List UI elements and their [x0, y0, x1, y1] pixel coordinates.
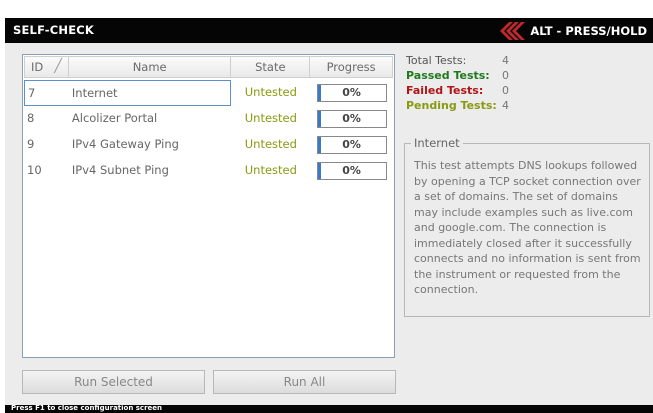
- total-tests-row: Total Tests: 4: [406, 53, 646, 68]
- progress-bar: 0%: [316, 84, 387, 102]
- row-state: Untested: [244, 85, 297, 99]
- column-header-state[interactable]: State: [231, 56, 311, 78]
- progress-bar: 0%: [316, 136, 387, 154]
- pending-tests-label: Pending Tests:: [406, 99, 497, 112]
- row-progress-cell: 0%: [310, 132, 393, 158]
- progress-label: 0%: [342, 112, 361, 125]
- progress-label: 0%: [342, 164, 361, 177]
- row-progress-cell: 0%: [310, 80, 393, 106]
- alt-hint-label: ALT - PRESS/HOLD: [530, 24, 647, 38]
- column-header-name[interactable]: Name: [68, 56, 232, 78]
- table-row[interactable]: 8 Alcolizer Portal Untested 0%: [24, 106, 393, 132]
- table-row[interactable]: 9 IPv4 Gateway Ping Untested 0%: [24, 132, 393, 158]
- row-progress-cell: 0%: [310, 158, 393, 184]
- pending-tests-value: 4: [502, 99, 509, 112]
- tests-table[interactable]: ID ╱ Name State Progress 7 Internet Unte…: [22, 54, 395, 358]
- failed-tests-value: 0: [502, 84, 509, 97]
- table-header: ID ╱ Name State Progress: [24, 56, 393, 78]
- sort-icon: ╱: [54, 59, 62, 74]
- test-summary: Total Tests: 4 Passed Tests: 0 Failed Te…: [406, 53, 646, 113]
- progress-bar: 0%: [316, 110, 387, 128]
- run-all-button[interactable]: Run All: [213, 370, 396, 394]
- status-text: Press F1 to close configuration screen: [11, 405, 163, 412]
- failed-tests-row: Failed Tests: 0: [406, 83, 646, 98]
- progress-label: 0%: [342, 138, 361, 151]
- pending-tests-row: Pending Tests: 4: [406, 98, 646, 113]
- failed-tests-label: Failed Tests:: [406, 84, 484, 97]
- test-description: This test attempts DNS lookups followed …: [414, 159, 641, 296]
- passed-tests-value: 0: [502, 69, 509, 82]
- row-state: Untested: [244, 163, 297, 177]
- progress-bar: 0%: [316, 162, 387, 180]
- row-id: 8: [27, 111, 35, 125]
- test-details-group: Internet This test attempts DNS lookups …: [404, 136, 650, 317]
- progress-label: 0%: [342, 86, 361, 99]
- row-id: 10: [27, 163, 42, 177]
- total-tests-value: 4: [502, 54, 509, 67]
- title-bar: SELF-CHECK ALT - PRESS/HOLD: [5, 18, 653, 43]
- table-row[interactable]: 10 IPv4 Subnet Ping Untested 0%: [24, 158, 393, 184]
- row-state: Untested: [244, 111, 297, 125]
- run-selected-button[interactable]: Run Selected: [22, 370, 205, 394]
- table-body: 7 Internet Untested 0% 8 Alcolizer Porta…: [24, 80, 393, 184]
- row-id: 7: [24, 80, 69, 106]
- passed-tests-row: Passed Tests: 0: [406, 68, 646, 83]
- row-name: Internet: [68, 80, 232, 106]
- row-id: 9: [27, 137, 35, 151]
- total-tests-label: Total Tests:: [406, 54, 467, 67]
- self-check-panel: ID ╱ Name State Progress 7 Internet Unte…: [5, 43, 653, 405]
- column-header-id[interactable]: ID ╱: [24, 56, 69, 78]
- status-bar: Press F1 to close configuration screen: [5, 405, 653, 413]
- chevron-left-icon: [500, 22, 526, 40]
- row-name: IPv4 Subnet Ping: [71, 163, 169, 177]
- alt-hint[interactable]: ALT - PRESS/HOLD: [496, 22, 647, 40]
- column-header-progress[interactable]: Progress: [310, 56, 393, 78]
- column-header-id-label: ID: [31, 60, 44, 74]
- row-name: Alcolizer Portal: [71, 111, 158, 125]
- table-row[interactable]: 7 Internet Untested 0%: [24, 80, 393, 106]
- row-name: IPv4 Gateway Ping: [71, 137, 179, 151]
- test-details-title: Internet: [411, 136, 463, 150]
- passed-tests-label: Passed Tests:: [406, 69, 490, 82]
- window-title: SELF-CHECK: [13, 23, 95, 37]
- row-state: Untested: [244, 137, 297, 151]
- row-progress-cell: 0%: [310, 106, 393, 132]
